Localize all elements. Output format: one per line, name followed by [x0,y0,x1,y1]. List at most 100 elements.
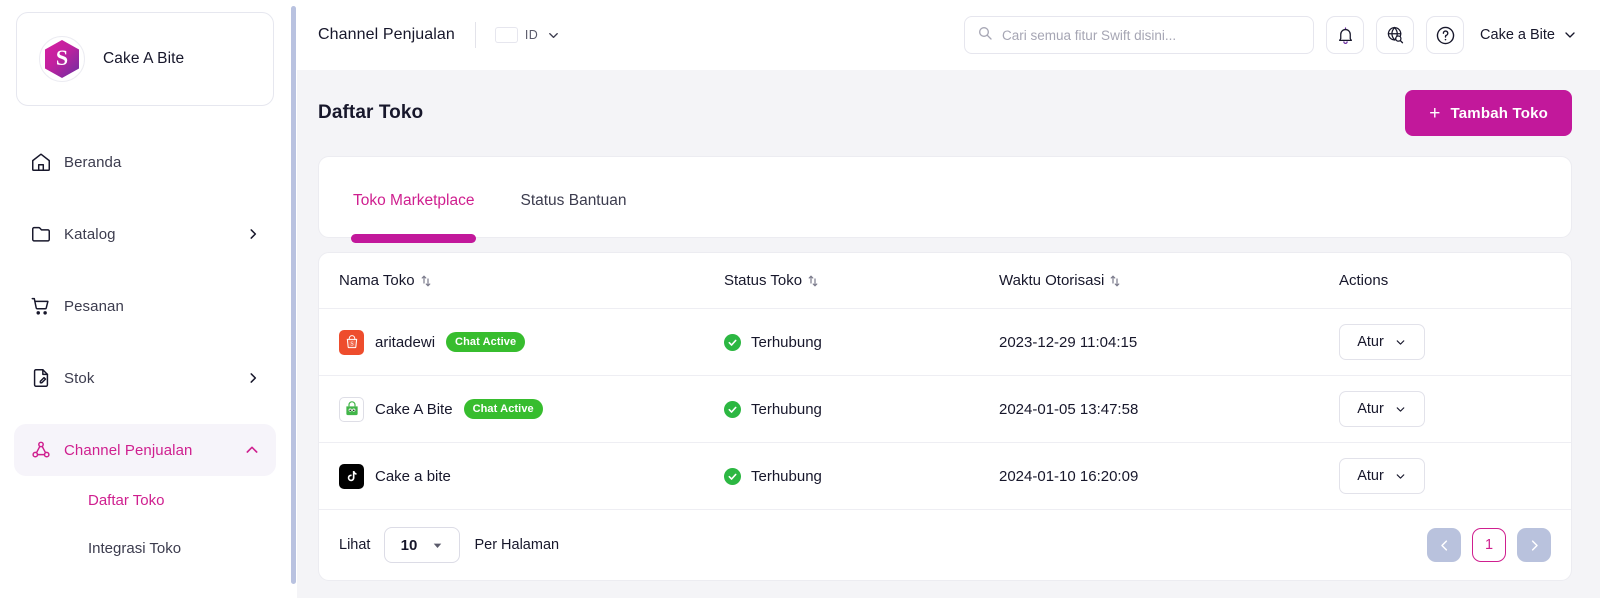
tokopedia-icon [339,396,364,422]
page-size-select[interactable]: 10 [384,527,461,563]
sidebar-item-beranda[interactable]: Beranda [14,136,276,188]
search-icon [977,25,993,46]
column-label: Nama Toko [339,272,415,289]
help-button[interactable] [1426,16,1465,54]
sidebar-subitem-daftar-toko[interactable]: Daftar Toko [0,476,290,524]
pagination-page-1[interactable]: 1 [1472,528,1506,562]
sidebar-item-label: Katalog [64,225,116,243]
cell-status: Terhubung [724,400,999,418]
cell-store: Cake A Bite Chat Active [319,396,724,422]
plus-icon: + [1429,102,1441,124]
sort-icon[interactable] [420,273,432,289]
check-circle-icon [724,333,741,351]
column-label: Status Toko [724,272,803,289]
sidebar-item-katalog[interactable]: Katalog [14,208,276,260]
cell-status: Terhubung [724,467,999,485]
cell-time: 2024-01-05 13:47:58 [999,400,1139,418]
notifications-button[interactable] [1326,16,1365,54]
brand-card[interactable]: S Cake A Bite [16,12,274,106]
globe-search-icon [1387,26,1404,44]
cart-icon [30,295,64,317]
language-globe-button[interactable] [1376,16,1415,54]
chevron-right-icon [246,227,260,241]
tab-status-bantuan[interactable]: Status Bantuan [520,152,626,237]
pagination-prev-button[interactable] [1427,528,1461,562]
status-text: Terhubung [751,467,822,485]
pagination-next-button[interactable] [1517,528,1551,562]
atur-button-label: Atur [1357,401,1384,417]
store-name: Cake A Bite [375,400,453,418]
cell-store: S aritadewi Chat Active [319,329,724,355]
sort-icon[interactable] [807,273,819,289]
cell-actions: Atur [1339,458,1571,494]
page-title: Daftar Toko [318,102,424,123]
table-header-row: Nama Toko Status Toko Waktu Otorisasi Ac… [319,253,1571,309]
sidebar-item-label: Pesanan [64,297,124,315]
main-area: Channel Penjualan ID Cari semua fitur Sw… [290,0,1600,598]
chevron-down-icon [546,28,561,43]
stores-table: Nama Toko Status Toko Waktu Otorisasi Ac… [318,252,1572,581]
shopee-icon: S [339,329,364,355]
cell-time: 2023-12-29 11:04:15 [999,333,1138,351]
chevron-down-icon [1562,27,1578,43]
sidebar-item-channel-penjualan[interactable]: Channel Penjualan [14,424,276,476]
sidebar: S Cake A Bite Beranda Katalog Pesanan St… [0,0,297,598]
column-label: Actions [1339,272,1389,289]
atur-button-label: Atur [1357,334,1384,350]
sort-icon[interactable] [1109,273,1121,289]
language-code: ID [524,28,539,42]
page-size-value: 10 [400,536,418,554]
chevron-left-icon [1440,539,1447,551]
page-size-control: Lihat 10 Per Halaman [339,527,559,563]
user-name: Cake a Bite [1480,27,1555,43]
brand-name: Cake A Bite [103,50,185,67]
content-area: Daftar Toko + Tambah Toko Toko Marketpla… [290,70,1600,598]
atur-button[interactable]: Atur [1339,458,1425,494]
tabs: Toko Marketplace Status Bantuan [350,157,626,243]
atur-button[interactable]: Atur [1339,391,1425,427]
cell-status: Terhubung [724,333,999,351]
svg-text:S: S [350,341,353,347]
add-store-button-label: Tambah Toko [1450,104,1548,122]
sidebar-item-label: Channel Penjualan [64,441,193,459]
atur-button-label: Atur [1357,468,1384,484]
tab-toko-marketplace[interactable]: Toko Marketplace [350,152,477,243]
chevron-down-icon [1394,336,1407,349]
document-edit-icon [30,367,64,389]
home-icon [30,151,64,173]
header-cell-waktu-otorisasi[interactable]: Waktu Otorisasi [999,272,1339,289]
brand-logo: S [39,36,85,82]
sidebar-item-label: Stok [64,369,95,387]
sidebar-subitem-integrasi-toko[interactable]: Integrasi Toko [0,524,290,572]
sidebar-scrollbar[interactable] [290,0,297,598]
chevron-right-icon [246,371,260,385]
lihat-label: Lihat [339,537,371,553]
add-store-button[interactable]: + Tambah Toko [1405,90,1572,136]
sidebar-item-pesanan[interactable]: Pesanan [14,280,276,332]
header-cell-status-toko[interactable]: Status Toko [724,272,999,289]
atur-button[interactable]: Atur [1339,324,1425,360]
status-text: Terhubung [751,400,822,418]
user-menu[interactable]: Cake a Bite [1476,27,1578,43]
search-box[interactable] [964,16,1315,54]
sidebar-scrollbar-thumb[interactable] [291,6,296,584]
sidebar-item-stok[interactable]: Stok [14,352,276,404]
folder-icon [30,223,64,245]
status-text: Terhubung [751,333,822,351]
header-cell-actions: Actions [1339,272,1571,289]
table-row: S aritadewi Chat Active Terhubung 2023-1… [319,309,1571,376]
app-root: S Cake A Bite Beranda Katalog Pesanan St… [0,0,1600,598]
store-name: aritadewi [375,333,436,351]
language-selector[interactable]: ID [496,28,561,43]
check-circle-icon [724,467,741,485]
search-input[interactable] [1002,27,1302,43]
topbar-title: Channel Penjualan [318,26,455,43]
divider [474,22,476,48]
chevron-down-icon [1394,403,1407,416]
header-cell-nama-toko[interactable]: Nama Toko [319,272,724,289]
tabs-card: Toko Marketplace Status Bantuan [318,156,1572,243]
per-halaman-label: Per Halaman [474,537,560,553]
